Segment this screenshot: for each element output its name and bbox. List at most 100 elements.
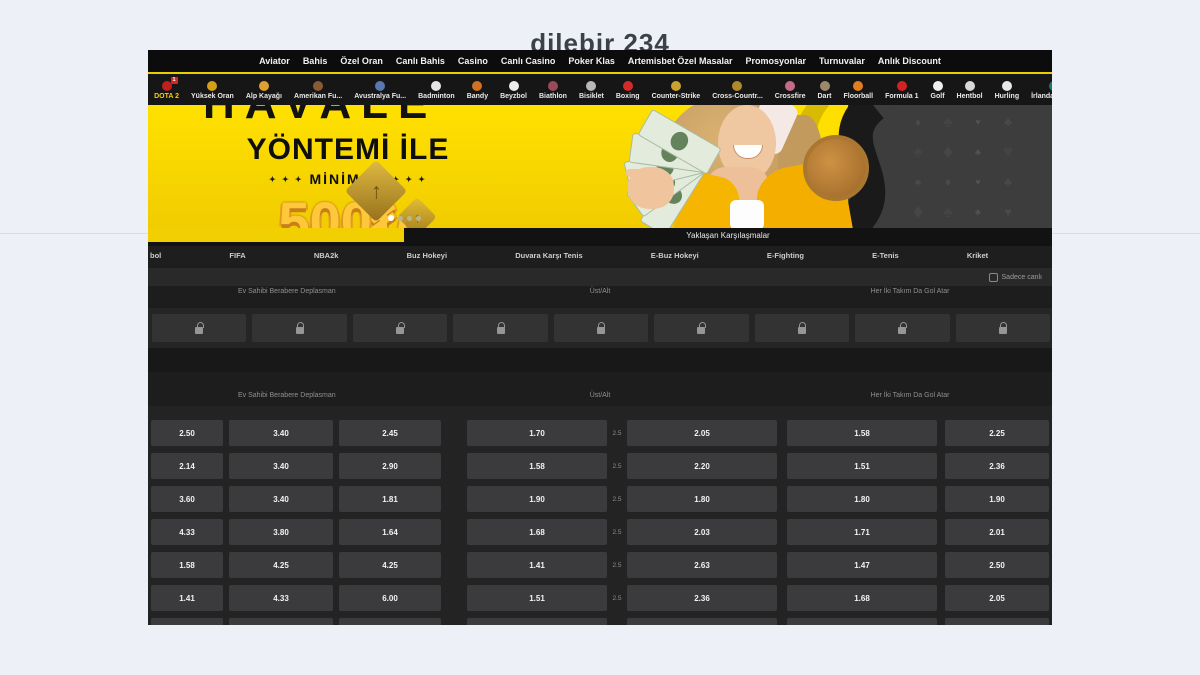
odds-cell[interactable]: 1.41 [467,552,607,578]
odds-cell[interactable]: 1.68 [467,519,607,545]
nav-item[interactable]: Özel Oran [340,56,383,66]
tab-item[interactable]: E-Fighting [767,251,804,260]
odds-cell[interactable] [229,618,333,625]
odds-cell[interactable]: 2.50 [945,552,1049,578]
locked-odds-cell[interactable] [754,314,850,342]
sport-item[interactable]: Crossfire [775,81,806,100]
sport-item[interactable]: Boxing [616,81,640,100]
odds-cell[interactable]: 6.00 [339,585,441,611]
odds-cell[interactable]: 1.80 [627,486,777,512]
sport-item[interactable]: Bandy [467,81,488,100]
nav-item[interactable]: Bahis [303,56,328,66]
odds-cell[interactable]: 1.51 [467,585,607,611]
odds-cell[interactable]: 2.36 [627,585,777,611]
odds-cell[interactable]: 2.01 [945,519,1049,545]
odds-cell[interactable]: 2.05 [627,420,777,446]
nav-item[interactable]: Poker Klas [568,56,615,66]
carousel-dot[interactable] [388,215,394,221]
odds-cell[interactable]: 3.40 [229,420,333,446]
locked-odds-cell[interactable] [855,314,950,342]
odds-cell[interactable]: 4.25 [339,552,441,578]
odds-cell[interactable]: 2.05 [945,585,1049,611]
sport-item[interactable]: Avustralya Fu... [354,81,406,100]
odds-cell[interactable] [945,618,1049,625]
carousel-dot[interactable] [398,215,403,221]
odds-cell[interactable]: 2.03 [627,519,777,545]
tab-item[interactable]: Duvara Karşı Tenis [515,251,582,260]
locked-odds-cell[interactable] [352,314,448,342]
nav-item[interactable]: Artemisbet Özel Masalar [628,56,733,66]
odds-cell[interactable]: 3.60 [151,486,223,512]
odds-cell[interactable]: 1.51 [787,453,937,479]
sport-item[interactable]: Hurling [995,81,1019,100]
odds-cell[interactable]: 2.5 [607,552,627,578]
odds-cell[interactable]: 2.5 [607,519,627,545]
odds-cell[interactable]: 1.47 [787,552,937,578]
locked-odds-cell[interactable] [553,314,649,342]
odds-cell[interactable]: 1.90 [945,486,1049,512]
sport-item[interactable]: Floorball [844,81,873,100]
locked-odds-cell[interactable] [955,314,1050,342]
nav-item[interactable]: Anlık Discount [878,56,941,66]
sport-item[interactable]: Hentbol [957,81,983,100]
nav-item[interactable]: Aviator [259,56,290,66]
odds-cell[interactable]: 2.90 [339,453,441,479]
odds-cell[interactable]: 2.36 [945,453,1049,479]
odds-cell[interactable]: 4.33 [229,585,333,611]
odds-cell[interactable]: 2.5 [607,420,627,446]
odds-cell[interactable]: 1.58 [787,420,937,446]
odds-cell[interactable]: 3.40 [229,453,333,479]
odds-cell[interactable]: 2.5 [607,585,627,611]
sport-item[interactable]: Alp Kayağı [246,81,282,100]
tab-item[interactable]: Buz Hokeyi [407,251,447,260]
odds-cell[interactable]: 3.80 [229,519,333,545]
odds-cell[interactable]: 1.58 [467,453,607,479]
odds-cell[interactable]: 1.41 [151,585,223,611]
sport-item[interactable]: Amerikan Fu... [294,81,342,100]
nav-item[interactable]: Canlı Casino [501,56,556,66]
sport-item[interactable]: 1 DOTA 2 [154,77,179,100]
nav-item[interactable]: Casino [458,56,488,66]
tab-item[interactable]: Kriket [967,251,988,260]
sport-item[interactable]: Bisiklet [579,81,604,100]
odds-cell[interactable]: 3.40 [229,486,333,512]
odds-cell[interactable]: 2.20 [627,453,777,479]
nav-item[interactable]: Promosyonlar [745,56,806,66]
sport-item[interactable]: Yüksek Oran [191,81,234,100]
odds-cell[interactable]: 4.33 [151,519,223,545]
locked-odds-cell[interactable] [654,314,749,342]
sport-item[interactable]: Beyzbol [500,81,527,100]
odds-cell[interactable] [607,618,627,625]
odds-cell[interactable]: 2.25 [945,420,1049,446]
odds-cell[interactable]: 2.50 [151,420,223,446]
locked-odds-cell[interactable] [252,314,347,342]
locked-odds-cell[interactable] [453,314,548,342]
odds-cell[interactable]: 2.45 [339,420,441,446]
odds-cell[interactable]: 1.70 [467,420,607,446]
carousel-dot[interactable] [407,215,412,221]
odds-cell[interactable]: 2.63 [627,552,777,578]
odds-cell[interactable] [339,618,441,625]
odds-cell[interactable] [467,618,607,625]
odds-cell[interactable]: 1.80 [787,486,937,512]
sport-item[interactable]: Cross-Countr... [712,81,763,100]
sport-item[interactable]: Dart [818,81,832,100]
odds-cell[interactable]: 4.25 [229,552,333,578]
live-only-checkbox[interactable] [988,272,998,282]
carousel-dot[interactable] [416,215,421,221]
tab-item[interactable]: bol [150,251,161,260]
tab-item[interactable]: NBA2k [314,251,339,260]
odds-cell[interactable] [627,618,777,625]
tab-item[interactable]: E-Tenis [872,251,899,260]
locked-odds-cell[interactable] [152,314,247,342]
odds-cell[interactable]: 1.58 [151,552,223,578]
odds-cell[interactable] [787,618,937,625]
nav-item[interactable]: Canlı Bahis [396,56,445,66]
sport-item[interactable]: Golf [931,81,945,100]
odds-cell[interactable]: 1.71 [787,519,937,545]
odds-cell[interactable]: 1.64 [339,519,441,545]
sport-item[interactable]: İrlanda Futb... [1031,81,1052,100]
odds-cell[interactable]: 2.5 [607,453,627,479]
odds-cell[interactable] [151,618,223,625]
nav-item[interactable]: Turnuvalar [819,56,865,66]
